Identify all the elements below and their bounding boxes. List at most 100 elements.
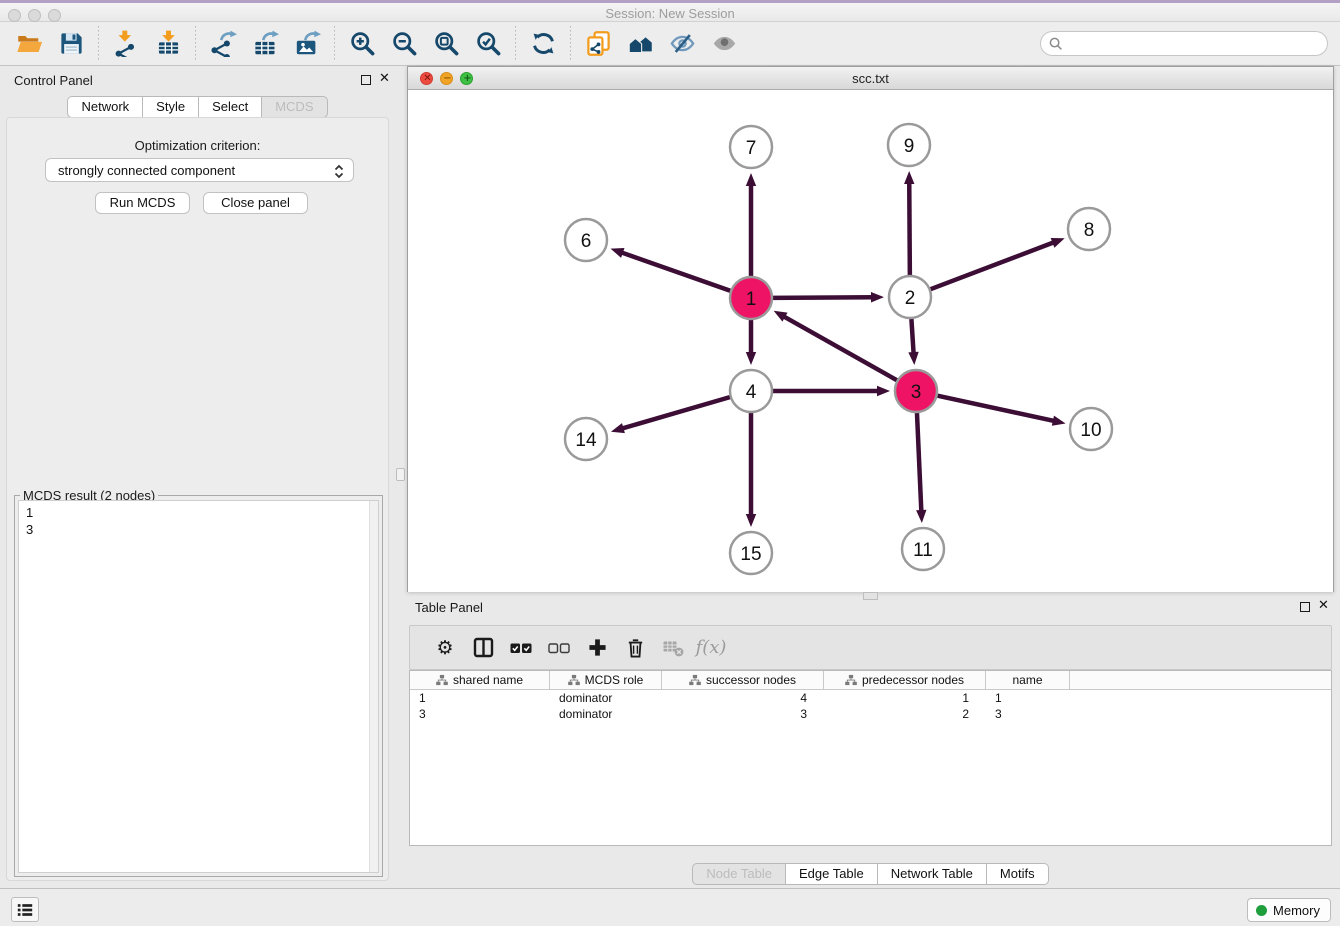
zoom-selected-icon[interactable] <box>473 29 503 59</box>
column-header-name[interactable]: name <box>986 671 1070 689</box>
export-network-icon[interactable] <box>208 29 238 59</box>
tab-select[interactable]: Select <box>199 96 262 118</box>
edge-3-10[interactable] <box>937 396 1055 422</box>
edge-arrowhead <box>871 292 884 302</box>
node-10[interactable]: 10 <box>1070 408 1112 450</box>
node-label: 4 <box>746 382 757 403</box>
node-8[interactable]: 8 <box>1068 208 1110 250</box>
tab-mcds[interactable]: MCDS <box>262 96 327 118</box>
panels-menu-button[interactable] <box>11 897 39 922</box>
edge-2-3[interactable] <box>911 319 913 355</box>
open-folder-icon[interactable] <box>14 29 44 59</box>
cell-MCDS-role[interactable]: dominator <box>550 690 662 706</box>
cell-shared-name[interactable]: 1 <box>410 690 550 706</box>
cell-name[interactable]: 1 <box>986 690 1070 706</box>
import-network-icon[interactable] <box>111 29 141 59</box>
node-1[interactable]: 1 <box>730 277 772 319</box>
node-4[interactable]: 4 <box>730 370 772 412</box>
edge-2-8[interactable] <box>931 242 1056 289</box>
columns-icon[interactable] <box>464 633 502 663</box>
float-table-panel-icon[interactable] <box>1300 602 1310 612</box>
refresh-icon[interactable] <box>528 29 558 59</box>
unselect-all-checks-icon[interactable] <box>540 633 578 663</box>
result-item[interactable]: 3 <box>26 521 378 538</box>
column-header-MCDS-role[interactable]: MCDS role <box>550 671 662 689</box>
home-icon[interactable] <box>625 29 655 59</box>
edge-3-1[interactable] <box>782 316 896 381</box>
network-window-title: scc.txt <box>408 71 1333 86</box>
criterion-select[interactable]: strongly connected component <box>45 158 354 182</box>
table-tab-edge-table[interactable]: Edge Table <box>786 863 878 885</box>
criterion-value: strongly connected component <box>58 163 235 178</box>
tab-style[interactable]: Style <box>143 96 199 118</box>
table-row[interactable]: 3dominator323 <box>410 706 1331 722</box>
table-tab-motifs[interactable]: Motifs <box>987 863 1049 885</box>
hierarchy-icon <box>689 674 701 686</box>
show-graphics-details-icon[interactable] <box>709 29 739 59</box>
node-14[interactable]: 14 <box>565 418 607 460</box>
column-header-successor-nodes[interactable]: successor nodes <box>662 671 824 689</box>
save-icon[interactable] <box>56 29 86 59</box>
hierarchy-icon <box>845 674 857 686</box>
network-from-selection-icon[interactable] <box>583 29 613 59</box>
node-7[interactable]: 7 <box>730 126 772 168</box>
panel-splitter-grip[interactable] <box>396 468 405 481</box>
add-icon[interactable] <box>578 633 616 663</box>
search-box[interactable] <box>1040 31 1328 56</box>
import-table-icon[interactable] <box>153 29 183 59</box>
tab-network[interactable]: Network <box>67 96 143 118</box>
cell-successor-nodes[interactable]: 4 <box>662 690 824 706</box>
table-tab-node-table[interactable]: Node Table <box>692 863 786 885</box>
close-panel-icon[interactable]: ✕ <box>379 71 390 87</box>
edge-3-11[interactable] <box>917 413 921 513</box>
gear-icon[interactable]: ⚙ <box>426 633 464 663</box>
search-input[interactable] <box>1068 36 1327 51</box>
close-panel-button[interactable]: Close panel <box>203 192 308 214</box>
node-15[interactable]: 15 <box>730 532 772 574</box>
node-label: 10 <box>1080 420 1101 441</box>
edge-2-9[interactable] <box>909 181 910 275</box>
status-bar: Memory <box>0 888 1340 926</box>
node-table: shared nameMCDS rolesuccessor nodes prede… <box>409 670 1332 846</box>
run-mcds-button[interactable]: Run MCDS <box>95 192 190 214</box>
column-header-shared-name[interactable]: shared name <box>410 671 550 689</box>
column-label: name <box>1012 673 1042 687</box>
edge-1-6[interactable] <box>620 252 730 291</box>
node-11[interactable]: 11 <box>902 528 944 570</box>
cell-MCDS-role[interactable]: dominator <box>550 706 662 722</box>
zoom-fit-icon[interactable] <box>431 29 461 59</box>
float-panel-icon[interactable] <box>361 75 371 85</box>
mcds-result-list[interactable]: 13 <box>18 500 379 873</box>
zoom-in-icon[interactable] <box>347 29 377 59</box>
table-tab-network-table[interactable]: Network Table <box>878 863 987 885</box>
result-item[interactable]: 1 <box>26 504 378 521</box>
cell-predecessor-nodes[interactable]: 2 <box>824 706 986 722</box>
hide-graphics-details-icon[interactable] <box>667 29 697 59</box>
close-table-panel-icon[interactable]: ✕ <box>1318 598 1329 614</box>
table-row[interactable]: 1dominator411 <box>410 690 1331 706</box>
memory-button[interactable]: Memory <box>1247 898 1331 922</box>
node-label: 2 <box>905 288 916 309</box>
node-9[interactable]: 9 <box>888 124 930 166</box>
edge-1-2[interactable] <box>773 297 874 298</box>
node-6[interactable]: 6 <box>565 219 607 261</box>
window-title: Session: New Session <box>0 6 1340 21</box>
cell-successor-nodes[interactable]: 3 <box>662 706 824 722</box>
export-table-icon[interactable] <box>250 29 280 59</box>
zoom-out-icon[interactable] <box>389 29 419 59</box>
node-2[interactable]: 2 <box>889 276 931 318</box>
column-label: predecessor nodes <box>862 673 964 687</box>
trash-icon[interactable] <box>616 633 654 663</box>
select-all-checks-icon[interactable] <box>502 633 540 663</box>
cell-name[interactable]: 3 <box>986 706 1070 722</box>
column-header-predecessor-nodes[interactable]: predecessor nodes <box>824 671 986 689</box>
export-image-icon[interactable] <box>292 29 322 59</box>
node-3[interactable]: 3 <box>895 370 937 412</box>
network-window-titlebar[interactable]: ✕ − + scc.txt <box>408 67 1333 90</box>
cell-shared-name[interactable]: 3 <box>410 706 550 722</box>
result-scrollbar[interactable] <box>369 501 378 872</box>
edge-4-14[interactable] <box>621 397 730 429</box>
function-builder-icon: f(x) <box>692 633 730 663</box>
cell-predecessor-nodes[interactable]: 1 <box>824 690 986 706</box>
network-canvas[interactable]: 7 9 6 8 1 2 4 3 14 10 15 11 <box>408 90 1333 592</box>
